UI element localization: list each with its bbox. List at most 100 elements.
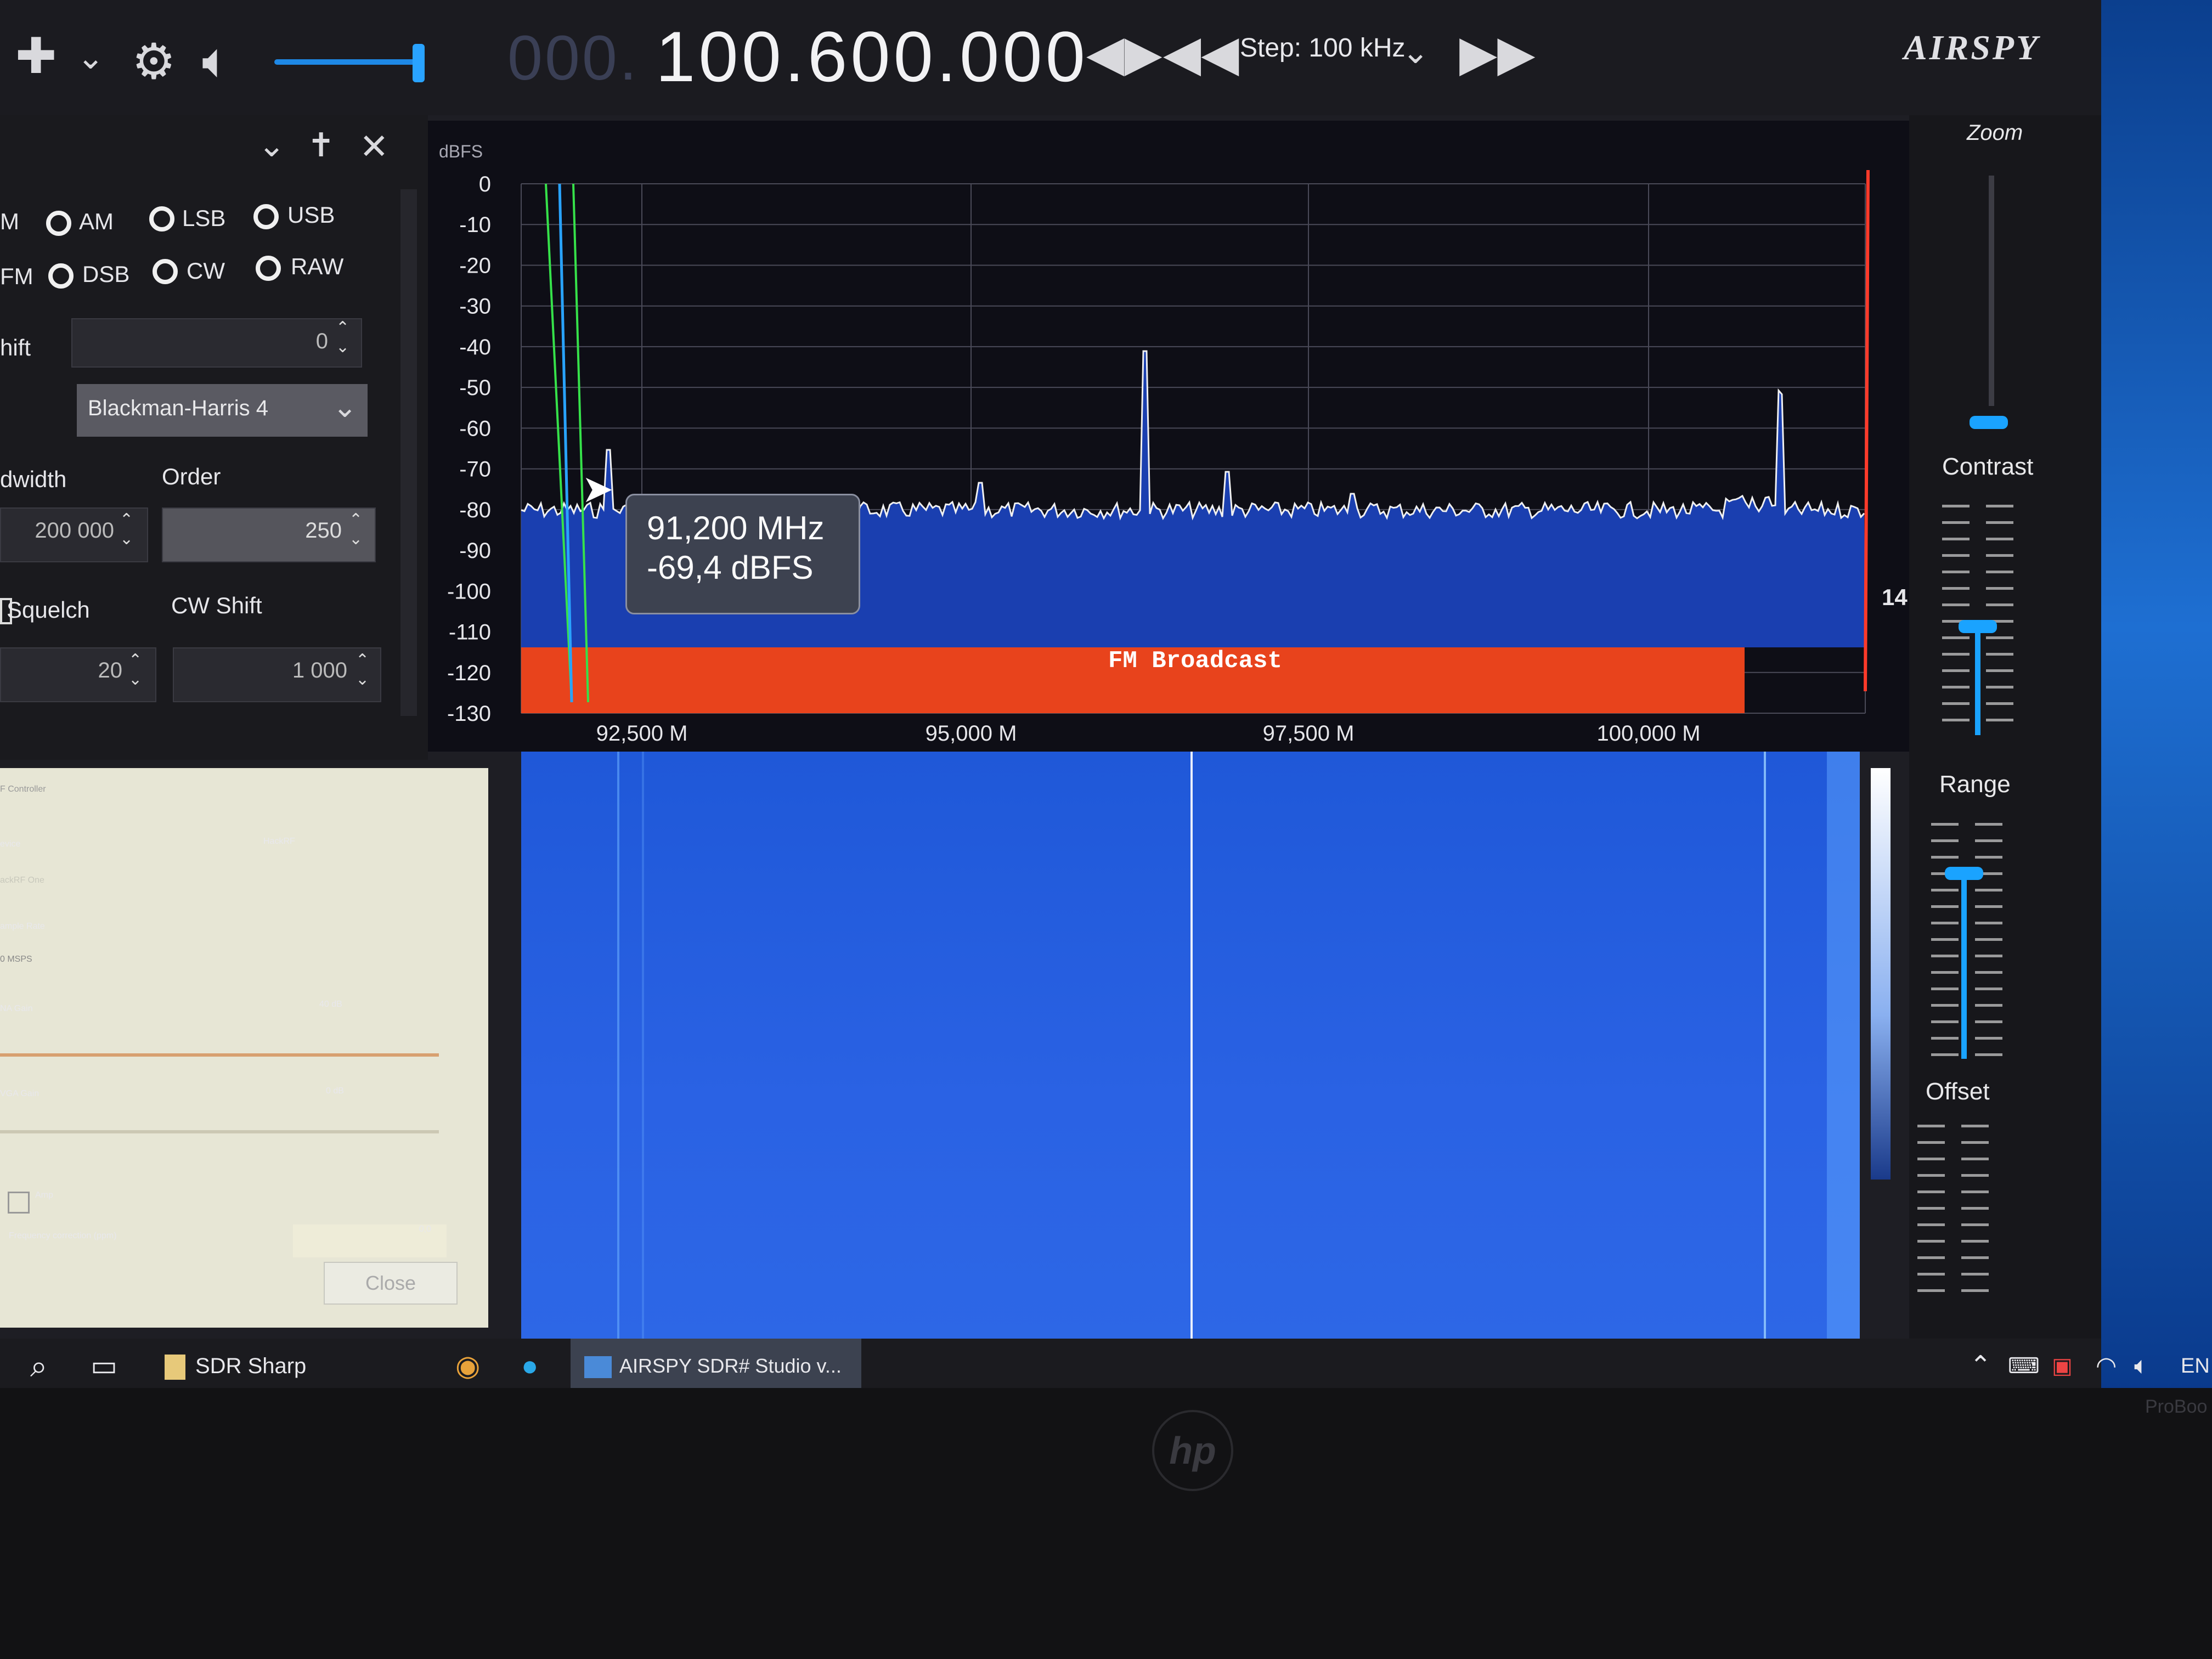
cursor-tooltip: 91,200 MHz -69,4 dBFS [625,494,860,614]
rewind-icon[interactable]: ◀◀ [1163,25,1239,82]
mode-nfm-label: M [0,208,19,234]
zoom-label: Zoom [1967,121,2023,145]
mode-am-radio[interactable] [46,211,71,236]
waterfall-trace [1764,752,1766,1339]
sample-rate-label: ample Rate [0,922,45,931]
chrome-icon[interactable]: ◉ [455,1339,480,1393]
x-tick-label: 95,000 M [926,721,1017,746]
vga-gain-label: VGA Gain [0,1089,40,1098]
shift-input[interactable]: 0 [71,318,362,368]
range-slider[interactable] [1961,878,1967,1059]
waterfall-trace [1190,752,1193,1339]
zoom-slider[interactable] [1989,176,1994,406]
range-ticks [1975,823,2002,1059]
mode-lsb-radio[interactable] [149,206,174,232]
shift-label: hift [0,335,31,360]
cwshift-input[interactable]: 1 000 [173,647,381,702]
cwshift-spinner-icon[interactable]: ⌃ ⌄ [356,651,369,689]
taskbar-sdrsharp-label: SDR Sharp [195,1354,307,1378]
search-icon[interactable]: ⌕ [30,1339,47,1393]
taskbar-airspy[interactable]: AIRSPY SDR# Studio v... [584,1339,842,1393]
side-value: 14 [1882,584,1908,610]
laptop-bezel [0,1388,2212,1659]
shift-spinner-icon[interactable]: ⌃ ⌄ [336,318,349,357]
panel-scrollbar[interactable] [400,189,417,716]
window-select[interactable]: Blackman-Harris 4 [77,384,368,437]
contrast-slider[interactable] [1975,631,1980,735]
y-tick-label: -120 [447,661,491,685]
mode-usb-radio[interactable] [253,204,279,229]
taskbar-airspy-label: AIRSPY SDR# Studio v... [619,1355,842,1377]
sample-rate-select[interactable]: 0 MSPS [0,955,32,964]
mode-usb-label: USB [287,202,335,228]
offset-ticks [1961,1125,1989,1306]
tray-chevron-icon[interactable]: ⌃ [1970,1339,1991,1393]
y-tick-label: -40 [459,335,491,359]
tooltip-level: -69,4 dBFS [647,549,814,586]
volume-tray-icon[interactable]: 🔈︎ [2134,1339,2148,1393]
language-indicator[interactable]: EN [2181,1339,2210,1393]
lna-gain-slider[interactable] [0,1053,439,1057]
close-button[interactable]: Close [324,1262,458,1305]
y-tick-label: -130 [447,702,491,726]
frequency-display[interactable]: 100.600.000 [656,15,1088,98]
speaker-icon[interactable]: 🔈︎ [202,33,232,90]
y-tick-label: -80 [459,498,491,522]
squelch-spinner-icon[interactable]: ⌃ ⌄ [128,651,142,689]
tune-arrows-icon[interactable]: ◀▶ [1086,25,1162,82]
task-view-icon[interactable]: ▭ [91,1339,117,1393]
range-knob[interactable] [1945,867,1983,880]
contrast-knob[interactable] [1959,620,1997,633]
keyboard-icon[interactable]: ⌨ [2008,1339,2040,1393]
mouse-cursor-icon: ➤ [582,467,614,510]
zoom-knob[interactable] [1970,416,2008,429]
y-tick-label: -20 [459,253,491,278]
skype-icon[interactable]: ● [521,1339,538,1393]
gear-icon[interactable]: ⚙ [132,33,176,91]
mode-dsb-radio[interactable] [48,263,74,289]
step-select[interactable]: Step: 100 kHz [1240,33,1406,63]
waterfall-display[interactable] [521,752,1860,1339]
lna-gain-value: 40 dB [319,1000,342,1009]
alert-icon[interactable]: ▣ [2052,1339,2073,1393]
bandwidth-spinner-icon[interactable]: ⌃ ⌄ [120,510,133,549]
y-tick-label: -30 [459,295,491,319]
order-label: Order [162,464,221,489]
device-select[interactable]: HackRF [263,837,295,847]
frequency-leading-digits[interactable]: 000. [507,22,639,94]
add-icon[interactable]: ✚ [15,27,57,85]
order-spinner-icon[interactable]: ⌃ ⌄ [349,510,363,549]
mode-dsb-label: DSB [82,261,130,287]
airspy-logo: AIRSPY [1904,28,2040,67]
range-ticks [1931,823,1959,1059]
amp-checkbox[interactable] [8,1192,30,1214]
x-tick-label: 97,500 M [1263,721,1355,746]
fast-forward-icon[interactable]: ▶▶ [1459,25,1535,82]
range-label: Range [1939,771,2011,798]
chevron-down-icon[interactable]: ⌄ [332,390,357,424]
collapse-icon[interactable]: ⌄ [258,126,285,165]
waterfall-trace [642,752,644,1339]
vga-gain-value: 0 dB [326,1086,344,1096]
freq-correction-input[interactable]: 0,0 [293,1224,447,1257]
close-icon[interactable]: ✕ [359,126,389,167]
waterfall-color-bar [1871,768,1891,1180]
mode-cw-radio[interactable] [153,259,178,284]
y-tick-label: -100 [447,579,491,603]
order-input[interactable]: 250 [162,507,376,562]
chevron-down-icon[interactable]: ⌄ [77,38,104,77]
offset-ticks [1917,1125,1945,1306]
chevron-down-icon[interactable]: ⌄ [1402,33,1429,71]
vga-gain-slider[interactable] [0,1130,439,1133]
wifi-icon[interactable]: ◠ [2096,1339,2117,1393]
contrast-label: Contrast [1942,453,2034,480]
mode-raw-radio[interactable] [256,256,281,281]
volume-knob[interactable] [413,44,425,82]
offset-label: Offset [1926,1078,1990,1105]
taskbar-sdrsharp[interactable]: SDR Sharp [165,1339,428,1393]
device-label: evice [0,839,21,849]
volume-slider[interactable] [274,59,417,65]
pin-icon[interactable]: ✝ [307,126,335,165]
y-tick-label: -50 [459,376,491,400]
squelch-label: Squelch [7,597,90,623]
